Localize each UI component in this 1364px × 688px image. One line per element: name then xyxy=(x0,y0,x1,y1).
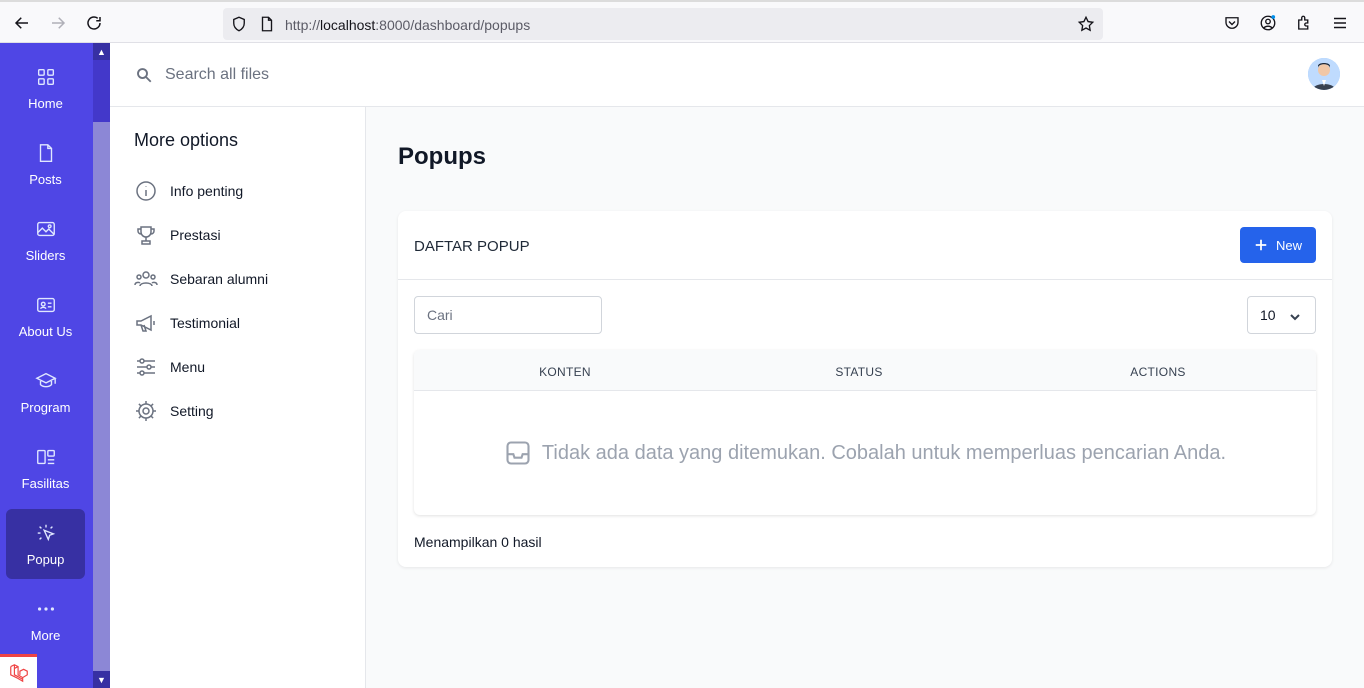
sidebar-title: More options xyxy=(134,130,239,150)
rail-item-label: Posts xyxy=(29,171,62,187)
search-icon xyxy=(137,68,152,83)
sidebar-item-info-penting[interactable]: Info penting xyxy=(134,177,243,205)
new-button-label: New xyxy=(1275,237,1302,253)
rail-scrollbar-thumb[interactable] xyxy=(93,60,110,122)
column-header-status[interactable]: STATUS xyxy=(835,365,882,379)
dots-icon xyxy=(37,606,54,611)
column-header-konten[interactable]: KONTEN xyxy=(539,365,591,379)
plus-icon xyxy=(1255,239,1267,251)
sidebar-item-menu[interactable]: Menu xyxy=(134,353,205,381)
main-content: Popups DAFTAR POPUP New 10 KONTEN STATUS… xyxy=(366,107,1364,688)
layout-icon xyxy=(36,449,55,464)
card-title: DAFTAR POPUP xyxy=(414,238,530,255)
rail-item-home[interactable]: Home xyxy=(6,53,85,123)
url-text[interactable]: http://localhost:8000/dashboard/popups xyxy=(285,17,530,33)
sidebar-item-label: Info penting xyxy=(170,183,244,199)
info-icon xyxy=(136,181,156,201)
result-summary: Menampilkan 0 hasil xyxy=(414,534,542,550)
page-title: Popups xyxy=(398,143,486,170)
rail-item-label: Home xyxy=(28,95,63,111)
shield-icon[interactable] xyxy=(227,12,251,36)
reload-icon[interactable] xyxy=(82,11,106,35)
rail-item-label: Fasilitas xyxy=(21,475,70,491)
gear-icon xyxy=(136,401,156,421)
account-icon[interactable] xyxy=(1256,11,1280,35)
chevron-down-icon xyxy=(1290,314,1300,321)
page-info-icon[interactable] xyxy=(255,12,279,36)
column-header-actions[interactable]: ACTIONS xyxy=(1130,365,1185,379)
empty-state: Tidak ada data yang ditemukan. Cobalah u… xyxy=(414,391,1316,515)
users-icon xyxy=(134,271,158,287)
primary-nav-rail: Home Posts Sliders About Us Program Fasi… xyxy=(0,43,93,688)
table-header: KONTEN STATUS ACTIONS xyxy=(414,350,1316,391)
back-arrow-icon[interactable] xyxy=(10,11,34,35)
top-bar xyxy=(110,43,1364,107)
menu-icon[interactable] xyxy=(1328,11,1352,35)
rail-item-posts[interactable]: Posts xyxy=(6,129,85,199)
per-page-value: 10 xyxy=(1260,307,1276,323)
id-card-icon xyxy=(36,297,55,312)
rail-item-label: About Us xyxy=(18,323,73,339)
pocket-icon[interactable] xyxy=(1220,11,1244,35)
sidebar-item-label: Prestasi xyxy=(170,227,221,243)
sidebar-item-label: Testimonial xyxy=(170,315,241,331)
rail-item-program[interactable]: Program xyxy=(6,357,85,427)
card-header: DAFTAR POPUP New xyxy=(398,211,1332,280)
new-popup-button[interactable]: New xyxy=(1240,227,1316,263)
sidebar-item-label: Sebaran alumni xyxy=(170,271,269,287)
image-icon xyxy=(36,221,55,236)
sidebar-item-setting[interactable]: Setting xyxy=(134,397,214,425)
avatar[interactable] xyxy=(1308,58,1340,90)
secondary-sidebar: More options Info penting Prestasi Sebar… xyxy=(110,107,366,688)
extensions-icon[interactable] xyxy=(1292,11,1316,35)
rail-item-label: Program xyxy=(20,399,71,415)
rail-item-label: Sliders xyxy=(25,247,66,263)
rail-scrollbar[interactable] xyxy=(93,43,110,688)
empty-message: Tidak ada data yang ditemukan. Cobalah u… xyxy=(541,441,1227,464)
rail-item-label: Popup xyxy=(26,551,65,567)
rail-item-about-us[interactable]: About Us xyxy=(6,281,85,351)
rail-item-fasilitas[interactable]: Fasilitas xyxy=(6,433,85,503)
laravel-logo-icon[interactable] xyxy=(0,654,37,688)
rail-item-label: More xyxy=(30,627,61,643)
table-search-input[interactable] xyxy=(414,296,602,334)
browser-toolbar: http://localhost:8000/dashboard/popups xyxy=(0,0,1364,43)
graduation-cap-icon xyxy=(34,372,57,387)
forward-arrow-icon[interactable] xyxy=(46,11,70,35)
grid-icon xyxy=(37,68,54,85)
url-bar[interactable]: http://localhost:8000/dashboard/popups xyxy=(223,8,1103,40)
search-input[interactable] xyxy=(165,63,565,87)
sidebar-item-label: Menu xyxy=(170,359,206,375)
cursor-click-icon xyxy=(37,524,55,541)
rail-item-more[interactable]: More xyxy=(6,585,85,655)
inbox-icon xyxy=(506,441,530,465)
rail-item-popup[interactable]: Popup xyxy=(6,509,85,579)
sidebar-item-prestasi[interactable]: Prestasi xyxy=(134,221,221,249)
megaphone-icon xyxy=(136,314,155,332)
popup-list-card: DAFTAR POPUP New 10 KONTEN STATUS ACTION… xyxy=(398,211,1332,567)
trophy-icon xyxy=(137,226,155,245)
bookmark-star-icon[interactable] xyxy=(1074,12,1098,36)
scroll-up-arrow-icon[interactable]: ▲ xyxy=(93,43,110,60)
per-page-select[interactable]: 10 xyxy=(1247,296,1316,334)
sliders-icon xyxy=(137,358,155,376)
popup-table: KONTEN STATUS ACTIONS Tidak ada data yan… xyxy=(414,350,1316,515)
sidebar-item-sebaran-alumni[interactable]: Sebaran alumni xyxy=(134,265,268,293)
sidebar-item-label: Setting xyxy=(170,403,214,419)
scroll-down-arrow-icon[interactable]: ▼ xyxy=(93,671,110,688)
document-icon xyxy=(39,143,52,162)
sidebar-item-testimonial[interactable]: Testimonial xyxy=(134,309,240,337)
rail-item-sliders[interactable]: Sliders xyxy=(6,205,85,275)
